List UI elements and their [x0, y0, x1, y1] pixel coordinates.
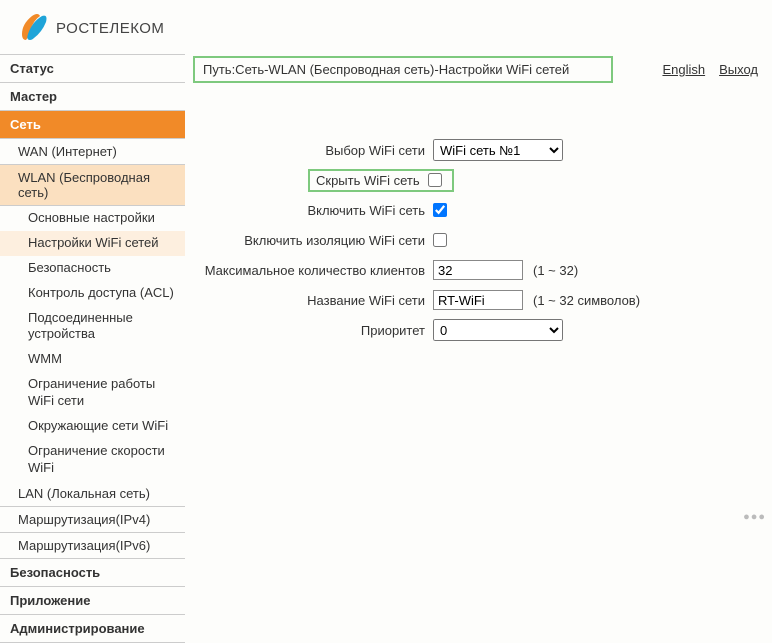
input-max-clients[interactable]	[433, 260, 523, 280]
nav-wlan-restrict[interactable]: Ограничение работы WiFi сети	[0, 372, 185, 414]
nav-wlan-basic[interactable]: Основные настройки	[0, 206, 185, 231]
hint-ssid: (1 ~ 32 символов)	[533, 293, 640, 308]
nav-wlan-speed[interactable]: Ограничение скорости WiFi	[0, 439, 185, 481]
nav-lan[interactable]: LAN (Локальная сеть)	[0, 481, 185, 507]
label-priority: Приоритет	[193, 323, 433, 338]
nav-administration[interactable]: Администрирование	[0, 615, 185, 643]
label-ssid: Название WiFi сети	[193, 293, 433, 308]
select-wifi-network[interactable]: WiFi сеть №1	[433, 139, 563, 161]
link-english[interactable]: English	[662, 62, 705, 77]
content: Путь:Сеть-WLAN (Беспроводная сеть)-Настр…	[185, 54, 772, 643]
nav-wlan-acl[interactable]: Контроль доступа (ACL)	[0, 281, 185, 306]
label-isolate-wifi: Включить изоляцию WiFi сети	[193, 233, 433, 248]
nav-wan[interactable]: WAN (Интернет)	[0, 139, 185, 165]
nav-wlan-surround[interactable]: Окружающие сети WiFi	[0, 414, 185, 439]
label-select-wifi: Выбор WiFi сети	[193, 143, 433, 158]
nav-status[interactable]: Статус	[0, 55, 185, 83]
sidebar: Статус Мастер Сеть WAN (Интернет) WLAN (…	[0, 54, 185, 643]
decoration-dots: ●●●	[743, 511, 766, 523]
label-hide-wifi: Скрыть WiFi сеть	[316, 173, 428, 188]
nav-wizard[interactable]: Мастер	[0, 83, 185, 111]
nav-wlan-wmm[interactable]: WMM	[0, 347, 185, 372]
nav-routing-ipv6[interactable]: Маршрутизация(IPv6)	[0, 533, 185, 559]
checkbox-hide-wifi[interactable]	[428, 173, 442, 187]
checkbox-enable-wifi[interactable]	[433, 203, 447, 217]
highlight-hide-wifi: Скрыть WiFi сеть	[308, 169, 454, 192]
link-logout[interactable]: Выход	[719, 62, 758, 77]
nav-wlan[interactable]: WLAN (Беспроводная сеть)	[0, 165, 185, 206]
input-ssid[interactable]	[433, 290, 523, 310]
nav-wlan-security[interactable]: Безопасность	[0, 256, 185, 281]
wifi-settings-form: Выбор WiFi сети WiFi сеть №1 Скрыть WiFi…	[193, 138, 764, 342]
nav-application[interactable]: Приложение	[0, 587, 185, 615]
nav-wlan-devices[interactable]: Подсоединенные устройства	[0, 306, 185, 348]
header: РОСТЕЛЕКОМ	[0, 0, 772, 54]
select-priority[interactable]: 0	[433, 319, 563, 341]
nav-routing-ipv4[interactable]: Маршрутизация(IPv4)	[0, 507, 185, 533]
nav-security[interactable]: Безопасность	[0, 559, 185, 587]
breadcrumb: Путь:Сеть-WLAN (Беспроводная сеть)-Настр…	[193, 56, 613, 83]
brand-text: РОСТЕЛЕКОМ	[56, 20, 164, 37]
label-max-clients: Максимальное количество клиентов	[193, 263, 433, 278]
nav-network[interactable]: Сеть	[0, 111, 185, 139]
hint-max-clients: (1 ~ 32)	[533, 263, 578, 278]
checkbox-isolate-wifi[interactable]	[433, 233, 447, 247]
nav-wlan-wifi-settings[interactable]: Настройки WiFi сетей	[0, 231, 185, 256]
label-enable-wifi: Включить WiFi сеть	[193, 203, 433, 218]
rostelecom-logo-icon	[20, 10, 48, 46]
logo: РОСТЕЛЕКОМ	[20, 10, 164, 46]
